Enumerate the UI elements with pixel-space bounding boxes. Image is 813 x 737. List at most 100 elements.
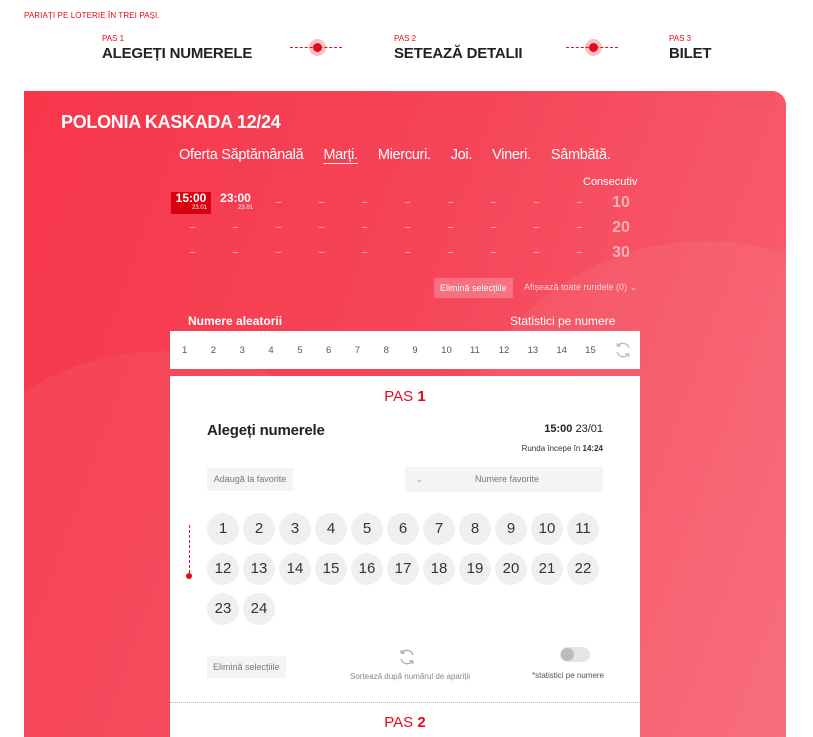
favorite-numbers-select[interactable]: ⌄ Numere favorite <box>405 467 603 492</box>
number-ball[interactable]: 19 <box>459 553 491 585</box>
number-ball[interactable]: 3 <box>279 513 311 545</box>
random-count-1[interactable]: 1 <box>182 345 211 356</box>
step-1[interactable]: PAS 1 ALEGEȚI NUMERELE <box>102 34 252 62</box>
number-ball[interactable]: 12 <box>207 553 239 585</box>
day-tabs: Oferta Săptămânală Marți. Miercuri. Joi.… <box>179 147 631 163</box>
random-count-10[interactable]: 10 <box>441 345 470 356</box>
tab-tuesday[interactable]: Marți. <box>323 147 358 163</box>
number-ball[interactable]: 2 <box>243 513 275 545</box>
number-ball[interactable]: 16 <box>351 553 383 585</box>
random-count-6[interactable]: 6 <box>326 345 355 356</box>
show-all-rounds-label: Afișează toate rundele (0) <box>524 282 628 292</box>
tab-thursday[interactable]: Joi. <box>451 147 473 163</box>
random-count-9[interactable]: 9 <box>412 345 441 356</box>
step-dot-icon <box>585 39 602 56</box>
draw-slot-empty: – <box>447 221 454 233</box>
random-count-8[interactable]: 8 <box>384 345 413 356</box>
number-ball[interactable]: 7 <box>423 513 455 545</box>
clear-selection-button[interactable]: Elimină selecțiile <box>434 278 513 298</box>
consecutive-label: Consecutiv <box>583 176 638 188</box>
progress-line <box>189 525 190 573</box>
number-ball[interactable]: 4 <box>315 513 347 545</box>
number-ball[interactable]: 22 <box>567 553 599 585</box>
sort-refresh-icon[interactable] <box>397 647 417 667</box>
number-ball[interactable]: 23 <box>207 593 239 625</box>
number-ball[interactable]: 8 <box>459 513 491 545</box>
stats-label: Statistici pe numere <box>510 314 616 328</box>
stats-toggle-label: *statistici pe numere <box>532 671 605 680</box>
number-ball[interactable]: 5 <box>351 513 383 545</box>
add-favorites-button[interactable]: Adaugă la favorite <box>207 468 293 491</box>
tab-wednesday[interactable]: Miercuri. <box>378 147 431 163</box>
random-count-7[interactable]: 7 <box>355 345 384 356</box>
round-start: Runda începe în 14:24 <box>522 444 603 453</box>
card-title: Alegeți numerele <box>207 422 325 439</box>
draw-slot-empty: – <box>361 196 368 208</box>
tab-weekly-offer[interactable]: Oferta Săptămânală <box>179 147 304 163</box>
random-count-15[interactable]: 15 <box>585 345 614 356</box>
random-numbers-label: Numere aleatorii <box>188 314 283 328</box>
number-ball[interactable]: 9 <box>495 513 527 545</box>
pas-1-heading: PAS 1 <box>170 388 640 405</box>
number-ball[interactable]: 10 <box>531 513 563 545</box>
pas-word: PAS <box>384 388 414 405</box>
number-ball[interactable]: 18 <box>423 553 455 585</box>
draw-slot[interactable]: 23:00 23.01 <box>214 191 257 214</box>
step-2[interactable]: PAS 2 SETEAZĂ DETALII <box>394 34 523 62</box>
card-draw-time: 15:00 23/01 <box>544 423 603 435</box>
step-connector-1 <box>290 39 342 56</box>
random-count-3[interactable]: 3 <box>240 345 269 356</box>
draw-slot-empty: – <box>404 196 411 208</box>
refresh-icon[interactable] <box>613 340 633 360</box>
toggle-knob <box>561 648 574 661</box>
number-ball[interactable]: 6 <box>387 513 419 545</box>
draw-slot-empty: – <box>275 196 282 208</box>
draw-slot-empty: – <box>533 221 540 233</box>
draw-slot-empty: – <box>275 246 282 258</box>
draw-slot-empty: – <box>533 196 540 208</box>
random-count-13[interactable]: 13 <box>528 345 557 356</box>
number-ball[interactable]: 13 <box>243 553 275 585</box>
number-ball[interactable]: 14 <box>279 553 311 585</box>
number-ball[interactable]: 17 <box>387 553 419 585</box>
game-title: POLONIA KASKADA 12/24 <box>61 112 281 132</box>
draw-slot-empty: – <box>232 246 239 258</box>
random-count-5[interactable]: 5 <box>297 345 326 356</box>
draw-slot-empty: – <box>318 196 325 208</box>
number-ball[interactable]: 11 <box>567 513 599 545</box>
card-time: 15:00 <box>544 423 573 435</box>
draw-slot-empty: – <box>490 246 497 258</box>
random-count-14[interactable]: 14 <box>556 345 585 356</box>
draw-slot-empty: – <box>318 246 325 258</box>
draw-slot-empty: – <box>576 221 583 233</box>
number-ball[interactable]: 24 <box>243 593 275 625</box>
stats-toggle[interactable] <box>560 647 590 662</box>
draw-time: 15:00 <box>175 190 207 205</box>
number-ball[interactable]: 1 <box>207 513 239 545</box>
draw-slot-empty: – <box>576 196 583 208</box>
draw-grid: 15:00 23.01 23:00 23.01 – – – – – – – – … <box>171 190 641 265</box>
tab-friday[interactable]: Vineri. <box>492 147 531 163</box>
number-ball[interactable]: 15 <box>315 553 347 585</box>
random-count-11[interactable]: 11 <box>470 345 499 356</box>
draw-slot-empty: – <box>533 246 540 258</box>
tab-saturday[interactable]: Sâmbătă. <box>551 147 611 163</box>
page: PARIAȚI PE LOTERIE ÎN TREI PAȘI. PAS 1 A… <box>0 0 813 737</box>
clear-selection-button-card[interactable]: Elimină selecțiile <box>207 656 286 678</box>
random-count-4[interactable]: 4 <box>268 345 297 356</box>
pick-numbers-card: PAS 1 Alegeți numerele 15:00 23/01 Runda… <box>170 376 640 737</box>
draw-slot-empty: – <box>576 246 583 258</box>
consecutive-10[interactable]: 10 <box>601 194 641 212</box>
random-count-2[interactable]: 2 <box>211 345 240 356</box>
random-count-12[interactable]: 12 <box>499 345 528 356</box>
draw-slot-empty: – <box>318 221 325 233</box>
consecutive-30[interactable]: 30 <box>601 244 641 262</box>
consecutive-20[interactable]: 20 <box>601 219 641 237</box>
draw-slot-selected[interactable]: 15:00 23.01 <box>171 190 211 214</box>
number-ball[interactable]: 20 <box>495 553 527 585</box>
show-all-rounds-link[interactable]: Afișează toate rundele (0) ⌄ <box>524 282 637 293</box>
draw-slot-empty: – <box>447 246 454 258</box>
number-ball[interactable]: 21 <box>531 553 563 585</box>
step-3[interactable]: PAS 3 BILET <box>669 34 712 62</box>
draw-slot-empty: – <box>275 221 282 233</box>
